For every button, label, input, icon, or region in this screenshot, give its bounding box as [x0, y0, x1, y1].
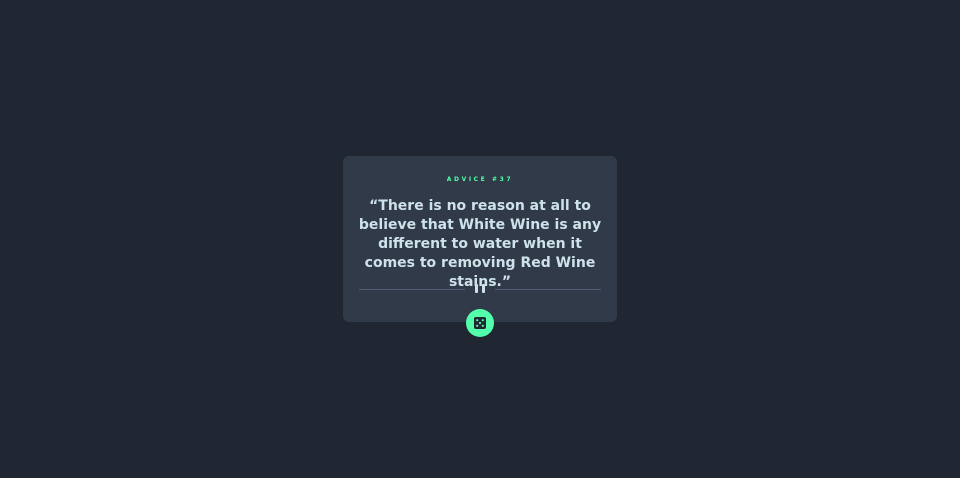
pattern-divider [359, 284, 601, 294]
advice-card: ADVICE #37 “There is no reason at all to… [343, 156, 617, 322]
new-advice-button[interactable] [466, 309, 494, 337]
pause-bar-left [475, 284, 478, 293]
page: ADVICE #37 “There is no reason at all to… [0, 0, 960, 478]
dice-icon [474, 317, 486, 329]
pause-bar-right [482, 284, 485, 293]
divider-line-left [359, 289, 465, 290]
pause-icon [474, 284, 486, 294]
advice-number-label: ADVICE #37 [446, 176, 514, 183]
advice-quote: “There is no reason at all to believe th… [358, 198, 602, 290]
divider-line-right [495, 289, 601, 290]
